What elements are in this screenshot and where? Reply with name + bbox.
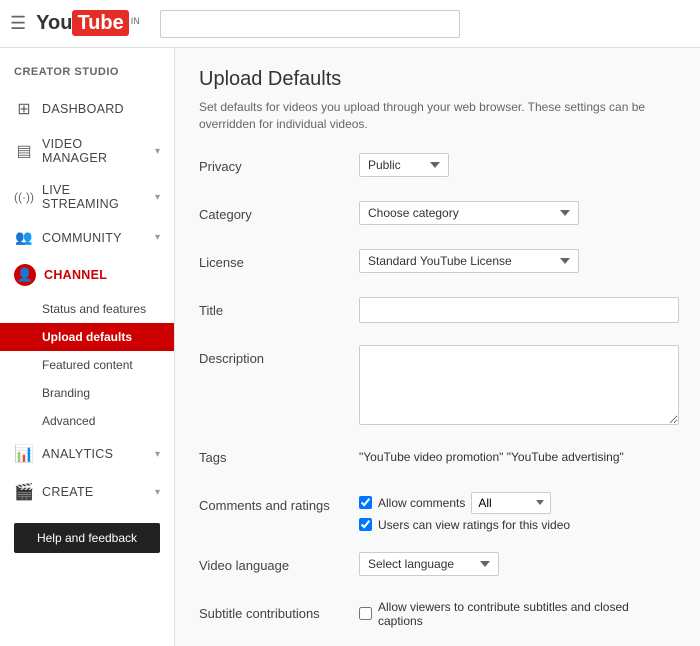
chevron-down-icon: ▾	[155, 487, 160, 498]
community-icon: 👥	[14, 229, 34, 246]
title-control	[359, 297, 679, 323]
subtitle-text: Allow viewers to contribute subtitles an…	[378, 600, 676, 628]
top-bar: ☰ YouTube IN	[0, 0, 700, 48]
sidebar-item-label: LIVE STREAMING	[42, 183, 147, 211]
sidebar-sub-branding[interactable]: Branding	[0, 379, 174, 407]
video-language-control: Select language English Spanish French	[359, 552, 676, 576]
sidebar-item-label: CHANNEL	[44, 268, 160, 282]
sidebar-item-community[interactable]: 👥 COMMUNITY ▾	[0, 220, 174, 255]
comments-label: Comments and ratings	[199, 492, 359, 513]
sidebar-item-analytics[interactable]: 📊 ANALYTICS ▾	[0, 435, 174, 473]
search-input[interactable]	[160, 10, 460, 38]
category-select[interactable]: Choose category Film & Animation Music G…	[359, 201, 579, 225]
main-content: Upload Defaults Set defaults for videos …	[175, 48, 700, 646]
chevron-down-icon: ▾	[155, 232, 160, 243]
chevron-down-icon: ▾	[155, 449, 160, 460]
sidebar-sub-status[interactable]: Status and features	[0, 295, 174, 323]
video-language-row: Video language Select language English S…	[199, 552, 676, 584]
chevron-down-icon: ▾	[155, 146, 160, 157]
sidebar-sub-upload-defaults[interactable]: Upload defaults	[0, 323, 174, 351]
privacy-label: Privacy	[199, 153, 359, 174]
ratings-label: Users can view ratings for this video	[378, 518, 570, 532]
description-label: Description	[199, 345, 359, 366]
privacy-control: Public Private Unlisted	[359, 153, 676, 177]
sidebar-item-label: DASHBOARD	[42, 102, 160, 116]
subtitle-checkbox-row: Allow viewers to contribute subtitles an…	[359, 600, 676, 628]
live-streaming-icon: ((·))	[14, 190, 34, 204]
tags-value: "YouTube video promotion" "YouTube adver…	[359, 444, 676, 464]
sidebar-item-label: COMMUNITY	[42, 231, 147, 245]
category-row: Category Choose category Film & Animatio…	[199, 201, 676, 233]
dashboard-icon: ⊞	[14, 99, 34, 119]
sidebar-item-dashboard[interactable]: ⊞ DASHBOARD	[0, 90, 174, 128]
video-language-label: Video language	[199, 552, 359, 573]
sidebar-item-label: VIDEO MANAGER	[42, 137, 147, 165]
hamburger-icon[interactable]: ☰	[10, 13, 26, 34]
tags-row: Tags "YouTube video promotion" "YouTube …	[199, 444, 676, 476]
analytics-icon: 📊	[14, 444, 34, 464]
tags-label: Tags	[199, 444, 359, 465]
subtitle-control: Allow viewers to contribute subtitles an…	[359, 600, 676, 632]
sidebar-item-label: ANALYTICS	[42, 447, 147, 461]
subtitle-checkbox[interactable]	[359, 607, 372, 620]
license-select[interactable]: Standard YouTube License Creative Common…	[359, 249, 579, 273]
sidebar-item-video-manager[interactable]: ▤ VIDEO MANAGER ▾	[0, 128, 174, 174]
create-icon: 🎬	[14, 482, 34, 502]
allow-comments-label: Allow comments	[378, 496, 465, 510]
license-control: Standard YouTube License Creative Common…	[359, 249, 676, 273]
license-row: License Standard YouTube License Creativ…	[199, 249, 676, 281]
chevron-down-icon: ▾	[155, 192, 160, 203]
tags-control: "YouTube video promotion" "YouTube adver…	[359, 444, 676, 464]
video-language-select[interactable]: Select language English Spanish French	[359, 552, 499, 576]
description-textarea[interactable]	[359, 345, 679, 425]
comments-type-select[interactable]: All Approved None	[471, 492, 551, 514]
sidebar-sub-featured[interactable]: Featured content	[0, 351, 174, 379]
license-label: License	[199, 249, 359, 270]
sidebar-item-live-streaming[interactable]: ((·)) LIVE STREAMING ▾	[0, 174, 174, 220]
description-control	[359, 345, 679, 428]
logo-tube: Tube	[72, 10, 128, 36]
youtube-logo: YouTube IN	[36, 12, 140, 35]
channel-icon: 👤	[14, 264, 36, 286]
ratings-row: Users can view ratings for this video	[359, 518, 676, 532]
subtitle-label: Subtitle contributions	[199, 600, 359, 621]
ratings-checkbox[interactable]	[359, 518, 372, 531]
privacy-select[interactable]: Public Private Unlisted	[359, 153, 449, 177]
allow-comments-row: Allow comments All Approved None	[359, 492, 676, 514]
comments-control: Allow comments All Approved None Users c…	[359, 492, 676, 536]
privacy-row: Privacy Public Private Unlisted	[199, 153, 676, 185]
logo-you: YouTube	[36, 12, 129, 35]
page-title: Upload Defaults	[199, 68, 676, 91]
logo-in: IN	[131, 16, 140, 26]
layout: CREATOR STUDIO ⊞ DASHBOARD ▤ VIDEO MANAG…	[0, 48, 700, 646]
comments-row: Comments and ratings Allow comments All …	[199, 492, 676, 536]
subtitle-row: Subtitle contributions Allow viewers to …	[199, 600, 676, 632]
category-label: Category	[199, 201, 359, 222]
page-description: Set defaults for videos you upload throu…	[199, 99, 676, 133]
sidebar-sub-advanced[interactable]: Advanced	[0, 407, 174, 435]
sidebar-item-channel[interactable]: 👤 CHANNEL	[0, 255, 174, 295]
help-feedback-button[interactable]: Help and feedback	[14, 523, 160, 553]
sidebar: CREATOR STUDIO ⊞ DASHBOARD ▤ VIDEO MANAG…	[0, 48, 175, 646]
video-manager-icon: ▤	[14, 141, 34, 161]
title-input[interactable]	[359, 297, 679, 323]
description-row: Description	[199, 345, 676, 428]
sidebar-item-create[interactable]: 🎬 CREATE ▾	[0, 473, 174, 511]
category-control: Choose category Film & Animation Music G…	[359, 201, 676, 225]
sidebar-item-label: CREATE	[42, 485, 147, 499]
title-label: Title	[199, 297, 359, 318]
allow-comments-checkbox[interactable]	[359, 496, 372, 509]
title-row: Title	[199, 297, 676, 329]
creator-studio-label: CREATOR STUDIO	[0, 58, 174, 90]
